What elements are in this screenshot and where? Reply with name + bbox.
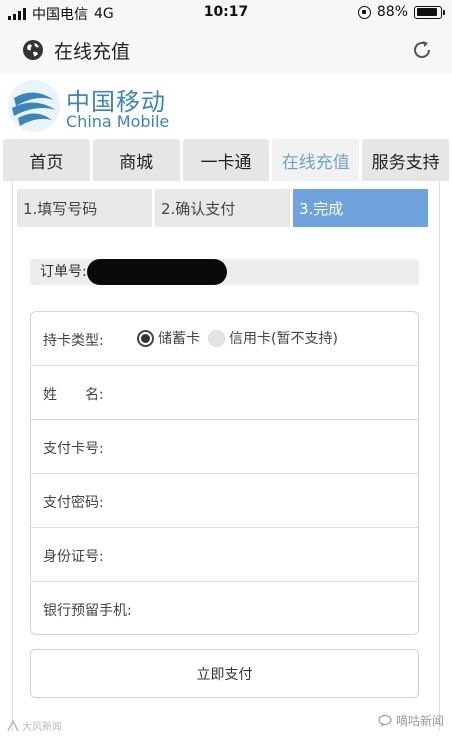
card-number-label: 支付卡号: [43, 441, 104, 457]
nav-tabs: 首页 商城 一卡通 在线充值 服务支持 [3, 139, 449, 181]
battery-icon [414, 5, 445, 19]
watermark-right-text: 嘀咕新闻 [395, 714, 444, 728]
step-confirm-payment: 2.确认支付 [155, 189, 290, 227]
watermark-left-text: 大风新闻 [22, 722, 62, 733]
bank-phone-label: 银行预留手机: [43, 603, 132, 619]
id-number-label: 身份证号: [43, 549, 104, 565]
credit-card-label[interactable]: 信用卡(暂不支持) [229, 328, 338, 348]
pay-now-button[interactable]: 立即支付 [30, 649, 419, 698]
chat-bubble-icon [378, 714, 392, 727]
password-row: 支付密码: [31, 474, 418, 528]
card-type-row: 持卡类型: 储蓄卡 信用卡(暂不支持) [31, 312, 418, 366]
battery-percent: 88% [376, 4, 408, 20]
phone-row: 银行预留手机: [31, 582, 418, 636]
debit-card-label[interactable]: 储蓄卡 [158, 328, 200, 348]
password-input[interactable] [161, 484, 401, 518]
title-bar: 在线充值 [0, 26, 452, 74]
globe-icon [23, 40, 43, 60]
tab-mall[interactable]: 商城 [92, 139, 180, 181]
password-label: 支付密码: [43, 495, 104, 511]
brand-name-en: China Mobile [66, 112, 170, 131]
step-indicator: 1.填写号码 2.确认支付 3.完成 [17, 189, 428, 227]
step-fill-number: 1.填写号码 [17, 189, 152, 227]
name-input[interactable] [161, 376, 401, 410]
order-number-redaction [87, 259, 227, 285]
payment-form: 持卡类型: 储蓄卡 信用卡(暂不支持) 姓 名: 支付卡号: 支付密码: 身份证… [30, 311, 419, 635]
watermark-left: 大风新闻 [6, 718, 62, 733]
tab-service-support[interactable]: 服务支持 [362, 139, 449, 181]
debit-card-radio[interactable] [137, 329, 154, 347]
name-row: 姓 名: [31, 366, 418, 420]
credit-card-radio[interactable] [208, 329, 225, 347]
status-bar: 中国电信 4G 10:17 88% [0, 0, 452, 26]
id-number-input[interactable] [161, 538, 401, 572]
card-number-input[interactable] [161, 430, 401, 464]
order-number-label: 订单号: [40, 264, 87, 280]
refresh-icon[interactable] [410, 38, 434, 62]
card-number-row: 支付卡号: [31, 420, 418, 474]
card-type-radio-group: 储蓄卡 信用卡(暂不支持) [137, 328, 342, 348]
logo-area: 中国移动 China Mobile [0, 74, 452, 138]
rotation-lock-icon [357, 5, 371, 19]
id-number-row: 身份证号: [31, 528, 418, 582]
status-right: 88% [357, 4, 445, 20]
tab-home[interactable]: 首页 [3, 139, 90, 181]
step-complete: 3.完成 [293, 189, 428, 227]
battery-fill [416, 8, 437, 16]
china-mobile-logo [8, 80, 60, 132]
page-title: 在线充值 [54, 41, 131, 63]
watermark-right: 嘀咕新闻 [378, 712, 444, 729]
name-label: 姓 名: [43, 387, 104, 403]
bank-phone-input[interactable] [161, 592, 401, 626]
watermark-left-icon [7, 718, 19, 731]
order-number-row: 订单号: [30, 259, 419, 285]
card-type-label: 持卡类型: [43, 333, 104, 349]
tab-one-card[interactable]: 一卡通 [182, 139, 270, 181]
tab-online-recharge[interactable]: 在线充值 [272, 139, 360, 181]
